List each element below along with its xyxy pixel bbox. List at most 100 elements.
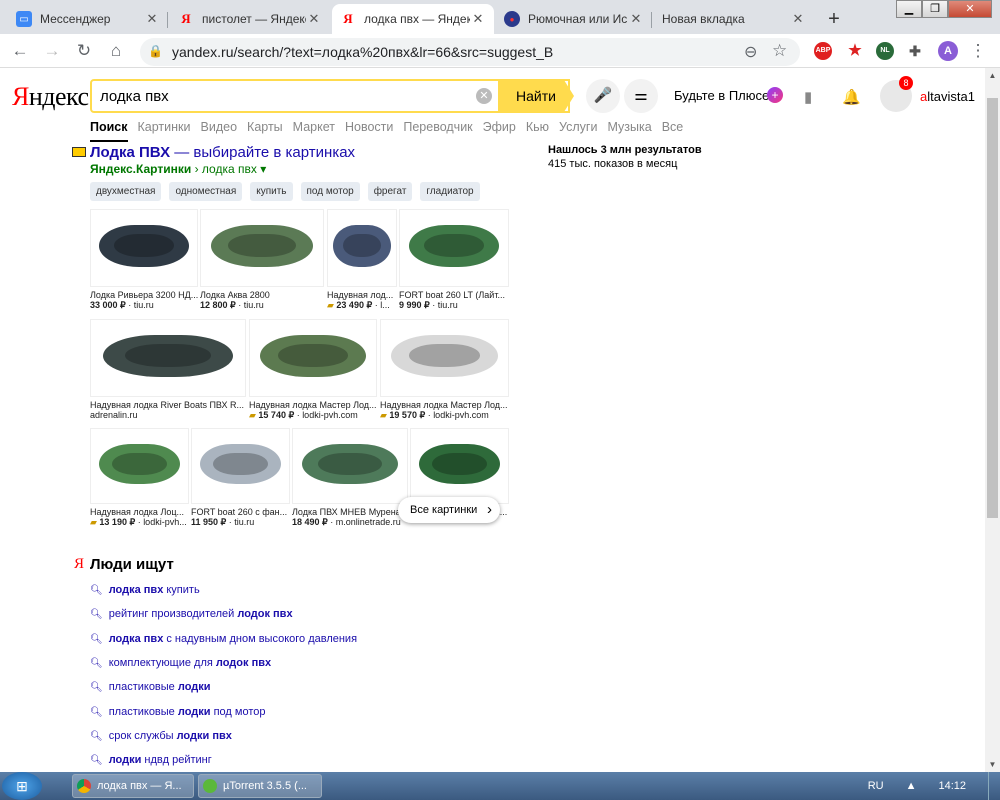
image-site[interactable]: m.onlinetrade.ru <box>336 517 401 527</box>
close-icon[interactable]: ✕ <box>790 11 806 27</box>
bookmark-star-icon[interactable]: ☆ <box>772 41 787 61</box>
boat-image[interactable] <box>249 319 377 397</box>
new-tab-button[interactable]: + <box>822 8 846 32</box>
tab-5[interactable]: Новости <box>345 120 393 142</box>
home-icon[interactable]: ⌂ <box>104 41 128 61</box>
filters-icon[interactable]: ⚌ <box>624 79 658 113</box>
tab-1[interactable]: Картинки <box>138 120 191 142</box>
show-desktop-button[interactable] <box>988 772 1000 800</box>
scrollbar-thumb[interactable] <box>987 98 998 518</box>
tab-6[interactable]: Переводчик <box>403 120 472 142</box>
suggestion-link[interactable]: 🔍︎ комплектующие для лодок пвх <box>90 657 271 669</box>
url-text[interactable]: yandex.ru/search/?text=лодка%20пвх&lr=66… <box>172 44 553 60</box>
image-result[interactable]: Надувная лод... ▰ 23 490 ₽ · l... <box>327 209 397 311</box>
forward-icon[interactable]: → <box>40 41 64 61</box>
bookmarks-icon[interactable]: ▮ <box>804 88 812 106</box>
tab-2[interactable]: Видео <box>201 120 238 142</box>
image-site[interactable]: lodki-pvh... <box>143 517 187 527</box>
image-result[interactable]: Надувная лодка River Boats ПВХ R... adren… <box>90 319 246 420</box>
close-icon[interactable]: ✕ <box>144 11 160 27</box>
page-scrollbar[interactable]: ▲ ▼ <box>985 68 1000 772</box>
tab-10[interactable]: Музыка <box>607 120 651 142</box>
profile-avatar[interactable]: A <box>938 41 958 61</box>
image-site[interactable]: tiu.ru <box>134 300 154 310</box>
image-result[interactable]: Лодка Ривьера 3200 НД... 33 000 ₽ · tiu.r… <box>90 209 198 311</box>
image-result[interactable]: FORT boat 260 с фан... 11 950 ₽ · tiu.ru <box>191 428 290 528</box>
suggestion-link[interactable]: 🔍︎ лодка пвх с надувным дном высокого дав… <box>90 633 357 645</box>
reload-icon[interactable]: ↻ <box>72 41 96 61</box>
image-result[interactable]: FORT boat 260 LT (Лайт... 9 990 ₽ · tiu.r… <box>399 209 509 311</box>
tab-8[interactable]: Кью <box>526 120 549 142</box>
start-button[interactable]: ⊞ <box>2 772 42 800</box>
back-icon[interactable]: ← <box>8 41 32 61</box>
image-site[interactable]: l... <box>380 300 390 310</box>
boat-image[interactable] <box>200 209 324 287</box>
scroll-up-icon[interactable]: ▲ <box>985 68 1000 83</box>
image-caption[interactable]: FORT boat 260 LT (Лайт... <box>399 290 509 300</box>
refine-chip[interactable]: одноместная <box>169 182 243 201</box>
image-caption[interactable]: Надувная лодка Мастер Лод... <box>249 400 377 410</box>
all-images-button[interactable]: Все картинки › <box>398 497 500 523</box>
tab-boat[interactable]: Я лодка пвх — Яндекс ✕ <box>332 4 494 34</box>
taskbar-chrome[interactable]: лодка пвх — Я... <box>72 774 194 798</box>
tab-3[interactable]: Карты <box>247 120 283 142</box>
image-result[interactable]: Надувная лодка Мастер Лод... ▰ 19 570 ₽ ·… <box>380 319 509 421</box>
find-button[interactable]: Найти <box>498 79 574 113</box>
menu-icon[interactable]: ⋮ <box>966 41 990 61</box>
boat-image[interactable] <box>327 209 397 287</box>
microphone-icon[interactable]: 🎤 <box>586 79 620 113</box>
suggestion-link[interactable]: 🔍︎ лодки ндвд рейтинг <box>90 754 212 766</box>
close-icon[interactable]: ✕ <box>628 11 644 27</box>
image-site[interactable]: tiu.ru <box>438 300 458 310</box>
close-icon[interactable]: ✕ <box>306 11 322 27</box>
close-icon[interactable]: ✕ <box>470 11 486 27</box>
search-input[interactable] <box>100 82 480 110</box>
result-source[interactable]: Яндекс.Картинки › лодка пвх ▾ <box>90 162 266 176</box>
nl-extension-icon[interactable]: NL <box>876 42 894 60</box>
tab-rumochnaya[interactable]: ● Рюмочная или Ис ✕ <box>496 4 652 34</box>
notifications-bell-icon[interactable]: 🔔 <box>842 88 861 106</box>
image-result[interactable]: Надувная лодка Лоц... ▰ 13 190 ₽ · lodki-… <box>90 428 189 528</box>
boat-image[interactable] <box>410 428 509 504</box>
window-close-button[interactable]: ✕ <box>948 0 992 18</box>
boat-image[interactable] <box>399 209 509 287</box>
boat-image[interactable] <box>90 209 198 287</box>
boat-image[interactable] <box>292 428 408 504</box>
refine-chip[interactable]: под мотор <box>300 182 360 201</box>
image-site[interactable]: lodki-pvh.com <box>302 410 358 420</box>
suggestion-link[interactable]: 🔍︎ срок службы лодки пвх <box>90 730 232 742</box>
zoom-icon[interactable]: ⊖ <box>744 42 757 62</box>
tab-pistol[interactable]: Я пистолет — Яндекс ✕ <box>170 4 330 34</box>
boat-image[interactable] <box>90 428 189 504</box>
image-caption[interactable]: Лодка Аква 2800 <box>200 290 324 300</box>
username[interactable]: altavista1 <box>920 89 975 104</box>
image-site[interactable]: tiu.ru <box>234 517 254 527</box>
tab-4[interactable]: Маркет <box>293 120 335 142</box>
suggestion-link[interactable]: 🔍︎ лодка пвх купить <box>90 584 200 596</box>
image-caption[interactable]: Надувная лодка Лоц... <box>90 507 189 517</box>
suggestion-link[interactable]: 🔍︎ пластиковые лодки <box>90 681 211 693</box>
image-site[interactable]: tiu.ru <box>244 300 264 310</box>
address-bar[interactable]: 🔒 yandex.ru/search/?text=лодка%20пвх&lr=… <box>140 38 800 66</box>
image-site[interactable]: lodki-pvh.com <box>433 410 489 420</box>
suggestion-link[interactable]: 🔍︎ рейтинг производителей лодок пвх <box>90 608 293 620</box>
tab-11[interactable]: Все <box>662 120 684 142</box>
suggestion-link[interactable]: 🔍︎ пластиковые лодки под мотор <box>90 706 265 718</box>
image-result[interactable]: Лодка ПВХ МНЕВ Мурена... 18 490 ₽ · m.onl… <box>292 428 408 528</box>
refine-chip[interactable]: купить <box>250 182 293 201</box>
minimize-button[interactable]: ▁ <box>896 0 922 18</box>
puzzle-icon[interactable]: ✚ <box>906 42 924 60</box>
result-title[interactable]: Лодка ПВХ — выбирайте в картинках <box>90 144 355 161</box>
boat-image[interactable] <box>90 319 246 397</box>
image-caption[interactable]: Лодка Ривьера 3200 НД... <box>90 290 198 300</box>
image-caption[interactable]: FORT boat 260 с фан... <box>191 507 290 517</box>
refine-chip[interactable]: двухместная <box>90 182 162 201</box>
boat-image[interactable] <box>380 319 509 397</box>
image-caption[interactable]: Надувная лодка Мастер Лод... <box>380 400 509 410</box>
image-caption[interactable]: Надувная лодка River Boats ПВХ R... <box>90 400 246 410</box>
maximize-button[interactable]: ❐ <box>922 0 948 18</box>
image-caption[interactable]: Лодка ПВХ МНЕВ Мурена... <box>292 507 408 517</box>
image-site[interactable]: adrenalin.ru <box>90 410 138 420</box>
star-extension-icon[interactable]: ★ <box>846 42 864 60</box>
tray-arrow-icon[interactable]: ▲ <box>906 780 917 792</box>
